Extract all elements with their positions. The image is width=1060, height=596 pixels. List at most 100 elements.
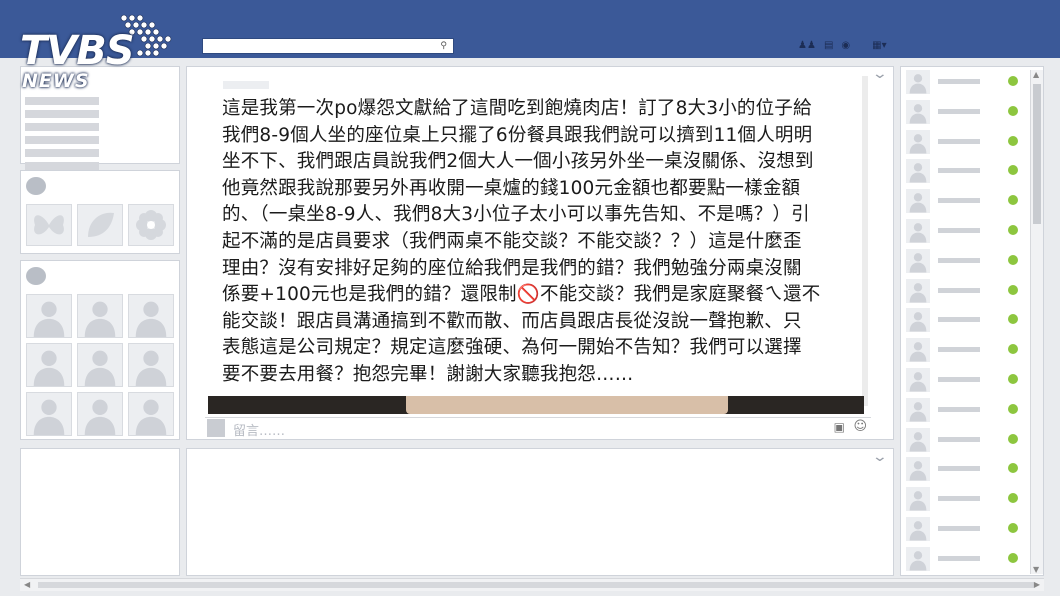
online-status-dot	[1008, 165, 1018, 176]
chat-contact[interactable]	[904, 306, 1024, 333]
chat-contact[interactable]	[904, 515, 1024, 541]
online-status-dot	[1008, 552, 1018, 563]
contact-name-placeholder	[938, 526, 980, 531]
contact-avatar	[906, 546, 930, 571]
friend-avatar[interactable]	[26, 294, 72, 338]
emoji-icon[interactable]: ☺	[853, 419, 867, 434]
friend-avatar[interactable]	[77, 294, 123, 338]
post-line: 能交談！跟店員溝通搞到不歡而散、而店員跟店長從沒說一聲抱歉、只	[222, 310, 802, 332]
contact-name-placeholder	[938, 168, 980, 174]
search-icon[interactable]: ⚲	[440, 40, 447, 52]
online-status-dot	[1008, 314, 1018, 325]
chat-contact[interactable]	[904, 187, 1024, 214]
globe-icon[interactable]: ◉	[841, 40, 850, 51]
messages-icon[interactable]: ▤	[824, 40, 833, 51]
contact-name-placeholder	[938, 496, 980, 502]
horizontal-scrollbar[interactable]: ◀ ▶	[20, 578, 1044, 591]
post-line: 的、（一桌坐8-9人、我們8大3小位子太小可以事先告知、不是嗎？）引	[222, 204, 810, 226]
online-status-dot	[1008, 254, 1018, 265]
contact-name-placeholder	[938, 436, 980, 442]
online-status-dot	[1008, 374, 1018, 384]
online-status-dot	[1008, 433, 1018, 444]
post-author-placeholder	[223, 81, 269, 89]
chat-contact[interactable]	[904, 426, 1024, 452]
contact-avatar	[906, 397, 930, 422]
chat-contact[interactable]	[904, 396, 1024, 422]
friend-avatar[interactable]	[128, 294, 174, 338]
friends-group-icon	[26, 267, 46, 285]
post-photo[interactable]	[208, 396, 864, 414]
post-text: 這是我第一次po爆怨文獻給了這間吃到飽燒肉店！訂了8大3小的位子給 我們8-9個…	[222, 96, 852, 389]
contact-name-placeholder	[938, 108, 980, 114]
friend-avatar[interactable]	[77, 392, 123, 436]
contact-avatar	[906, 457, 930, 482]
contact-avatar	[906, 487, 930, 512]
contact-avatar	[906, 248, 930, 273]
post-line: 起不滿的是店員要求（我們兩桌不能交談？不能交談？？）這是什麼歪	[222, 230, 802, 252]
placeholder-lines	[25, 97, 99, 175]
friend-avatar[interactable]	[26, 392, 72, 436]
online-status-dot	[1008, 463, 1018, 474]
scroll-down-icon[interactable]: ▼	[1033, 565, 1039, 574]
chat-contact[interactable]	[904, 455, 1024, 482]
chat-contact[interactable]	[904, 157, 1024, 184]
chat-contact[interactable]	[904, 277, 1024, 303]
friend-avatar[interactable]	[26, 343, 72, 387]
online-status-dot	[1008, 135, 1018, 146]
photos-panel	[20, 170, 180, 254]
second-post-chevron-icon[interactable]: ⌄	[872, 449, 888, 465]
post-options-chevron-icon[interactable]: ⌄	[872, 66, 888, 82]
chat-contact[interactable]	[904, 366, 1024, 392]
logo-tvbs-text: TVBS	[20, 28, 135, 74]
online-status-dot	[1008, 344, 1018, 355]
online-status-dot	[1008, 195, 1018, 206]
contact-name-placeholder	[938, 317, 980, 323]
chat-contact[interactable]	[904, 128, 1024, 154]
post-line: 我們8-9個人坐的座位桌上只擺了6份餐具跟我們說可以擠到11個人明明	[222, 124, 813, 146]
logo-news-text: NEWS	[22, 70, 90, 92]
contact-name-placeholder	[938, 198, 980, 204]
post-line: 表態這是公司規定？規定這麼強硬、為何一開始不告知？我們可以選擇	[222, 337, 802, 359]
post-scrollbar[interactable]	[862, 76, 868, 406]
contact-avatar	[906, 308, 930, 333]
top-icons: ♟♟ ▤ ◉ ▦▾	[798, 39, 887, 51]
chat-contact[interactable]	[904, 485, 1024, 512]
contact-avatar	[906, 159, 930, 184]
chat-contact[interactable]	[904, 336, 1024, 363]
chat-contact[interactable]	[904, 545, 1024, 571]
scroll-left-icon[interactable]: ◀	[24, 580, 30, 589]
scroll-up-icon[interactable]: ▲	[1033, 70, 1039, 79]
contact-name-placeholder	[938, 287, 980, 293]
friend-avatar[interactable]	[77, 343, 123, 387]
commenter-avatar	[207, 419, 225, 437]
chat-contact[interactable]	[904, 217, 1024, 243]
chat-contact[interactable]	[904, 247, 1024, 273]
scroll-thumb[interactable]	[1033, 84, 1041, 224]
camera-icon[interactable]: ▣	[834, 420, 845, 434]
online-status-dot	[1008, 284, 1018, 295]
contact-name-placeholder	[938, 466, 980, 472]
contact-name-placeholder	[938, 406, 980, 412]
friends-icon[interactable]: ♟♟	[798, 40, 816, 51]
contact-avatar	[906, 189, 930, 214]
contact-name-placeholder	[938, 377, 980, 382]
leaf-icon[interactable]	[77, 204, 123, 246]
flower-icon[interactable]	[128, 204, 174, 246]
chat-scrollbar[interactable]: ▲ ▼	[1030, 70, 1043, 574]
chat-contact[interactable]	[904, 68, 1024, 94]
friends-panel	[20, 260, 180, 440]
comment-input[interactable]: 留言……	[233, 420, 285, 439]
scroll-right-icon[interactable]: ▶	[1034, 580, 1040, 589]
friend-avatar[interactable]	[128, 392, 174, 436]
comment-bar: 留言…… ▣ ☺	[205, 417, 871, 439]
search-input[interactable]: ⚲	[202, 38, 454, 54]
friend-avatar[interactable]	[128, 343, 174, 387]
chat-contact[interactable]	[904, 98, 1024, 124]
hscroll-thumb[interactable]	[38, 582, 1034, 588]
online-status-dot	[1008, 76, 1018, 86]
settings-icon[interactable]: ▦▾	[872, 40, 886, 51]
contact-avatar	[906, 70, 930, 94]
butterfly-icon[interactable]	[26, 204, 72, 246]
contact-name-placeholder	[938, 79, 980, 84]
post-line: 這是我第一次po爆怨文獻給了這間吃到飽燒肉店！訂了8大3小的位子給	[222, 98, 812, 119]
